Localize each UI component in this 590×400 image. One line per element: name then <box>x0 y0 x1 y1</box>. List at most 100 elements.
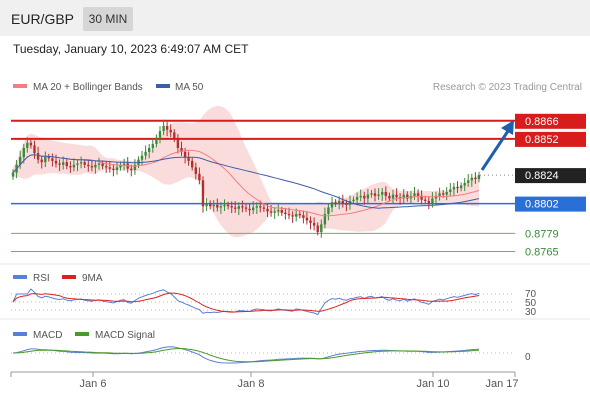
candle-body <box>384 192 387 196</box>
candle-body <box>280 210 283 213</box>
rsi-line <box>12 288 480 316</box>
candle-body <box>11 172 15 177</box>
candle-body <box>388 195 391 199</box>
candle-body <box>345 203 348 205</box>
candle-body <box>36 153 40 160</box>
macd-signal-legend-label: MACD Signal <box>95 330 155 341</box>
candle-body <box>47 157 50 159</box>
candle-body <box>155 137 158 145</box>
candle-body <box>65 162 68 167</box>
candle-body <box>230 206 233 208</box>
candle-body <box>79 162 83 164</box>
candle-body <box>26 142 29 148</box>
candle-body <box>151 144 154 148</box>
candle-body <box>442 193 445 195</box>
candle-body <box>83 162 86 165</box>
candle-body <box>112 168 115 170</box>
candle-body <box>302 215 305 218</box>
candle-body <box>169 129 172 133</box>
candle-body <box>54 160 58 164</box>
candle-body <box>477 175 481 179</box>
candle-body <box>438 193 441 196</box>
candle-body <box>216 204 219 208</box>
candle-body <box>90 166 94 168</box>
ma20-legend-swatch <box>13 84 27 88</box>
level-label-pivot: 0.8802 <box>525 199 559 211</box>
candle-body <box>359 195 362 198</box>
rsi-legend: RSI 9MA <box>13 273 103 284</box>
candle-body <box>29 142 33 146</box>
rsi-legend-label: RSI <box>33 273 50 284</box>
candle-body <box>327 207 330 214</box>
candle-body <box>427 201 430 204</box>
candle-body <box>334 202 337 204</box>
candle-body <box>62 162 65 165</box>
candle-body <box>22 148 25 158</box>
candle-body <box>456 186 459 189</box>
candle-body <box>341 201 344 204</box>
candle-body <box>58 163 61 165</box>
candle-body <box>234 207 237 209</box>
candle-body <box>130 168 133 170</box>
x-label-jan6: Jan 6 <box>80 378 107 390</box>
x-label-jan10: Jan 10 <box>416 378 449 390</box>
candle-body <box>44 157 47 163</box>
rsi-levels: 70 50 30 <box>11 289 537 318</box>
candle-body <box>338 201 341 204</box>
candle-body <box>381 192 384 195</box>
macd-legend: MACD MACD Signal <box>13 330 155 341</box>
candle-body <box>76 163 79 165</box>
copyright-text: Research © 2023 Trading Central <box>433 82 582 93</box>
candle-body <box>373 193 377 196</box>
candle-body <box>237 206 240 209</box>
candle-body <box>205 203 208 207</box>
candle-body <box>198 173 201 181</box>
candle-body <box>209 203 212 207</box>
rsi-9ma-line <box>12 292 480 313</box>
ma50-legend-label: MA 50 <box>175 82 204 93</box>
x-axis: Jan 6 Jan 8 Jan 10 Jan 17 <box>10 371 519 390</box>
candle-body <box>259 206 262 208</box>
x-label-jan17: Jan 17 <box>485 378 518 390</box>
candle-body <box>255 206 258 208</box>
candle-body <box>316 225 319 233</box>
level-label-support: 0.8779 <box>525 228 559 240</box>
candle-body <box>459 185 463 189</box>
candle-body <box>144 151 147 156</box>
macd-zero-label: 0 <box>525 352 531 363</box>
price-chart: MA 20 + Bollinger Bands MA 50 Research ©… <box>0 82 590 390</box>
candle-body <box>201 180 205 207</box>
bollinger-band <box>13 105 479 238</box>
candle-body <box>431 198 434 204</box>
ma20-legend-label: MA 20 + Bollinger Bands <box>33 82 143 93</box>
candle-body <box>287 214 291 216</box>
candle-body <box>212 204 215 207</box>
main-legend: MA 20 + Bollinger Bands MA 50 Research ©… <box>13 82 582 93</box>
macd-legend-label: MACD <box>33 330 62 341</box>
candle-body <box>377 194 380 196</box>
candle-body <box>101 163 104 167</box>
candle-body <box>269 211 273 213</box>
macd-signal-line <box>12 348 480 363</box>
candle-body <box>183 151 187 157</box>
candle-body <box>291 215 294 217</box>
candle-body <box>416 193 420 196</box>
candle-body <box>352 199 355 201</box>
candle-body <box>148 148 151 152</box>
candle-body <box>241 206 244 208</box>
level-label-resistance: 0.8852 <box>525 134 559 146</box>
level-label-resistance: 0.8866 <box>525 116 559 128</box>
candle-body <box>173 132 176 139</box>
candle-body <box>452 186 456 190</box>
candle-body <box>391 194 395 199</box>
candle-body <box>158 131 162 138</box>
candle-body <box>273 211 276 213</box>
candle-body <box>470 177 473 181</box>
candle-body <box>266 208 269 212</box>
candle-body <box>467 180 470 183</box>
candle-body <box>226 204 230 207</box>
candle-body <box>424 199 427 201</box>
x-label-jan8: Jan 8 <box>238 378 265 390</box>
candle-body <box>244 207 248 209</box>
candle-body <box>165 125 169 130</box>
